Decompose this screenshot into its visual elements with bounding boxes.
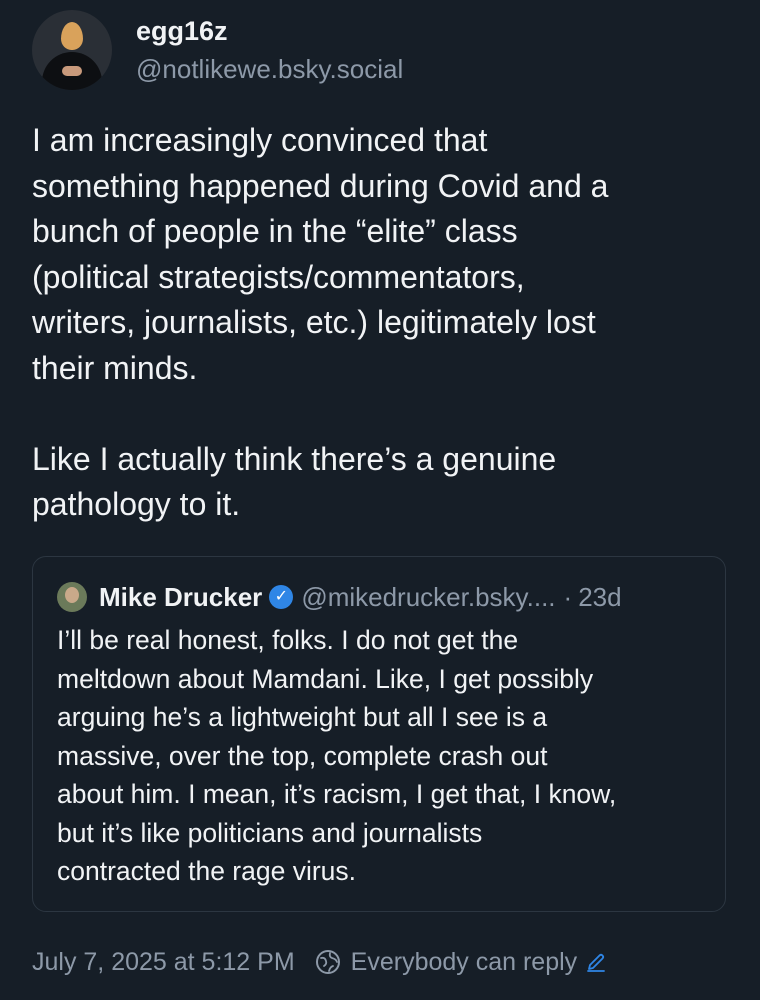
avatar-hands-shape — [62, 66, 82, 76]
post-header: egg16z @notlikewe.bsky.social — [32, 10, 732, 90]
quoted-author-name: Mike Drucker — [99, 581, 263, 612]
avatar-egg-head-icon — [61, 22, 83, 50]
quoted-post-text: I’ll be real honest, folks. I do not get… — [57, 625, 617, 886]
post-paragraph: Like I actually think there’s a genuine … — [32, 440, 557, 523]
post-paragraph: I am increasingly convinced that somethi… — [32, 122, 609, 386]
separator-dot: · — [563, 581, 573, 612]
author-display-name[interactable]: egg16z — [136, 14, 403, 48]
quoted-author-avatar — [57, 582, 87, 612]
post-footer: July 7, 2025 at 5:12 PM Everybody can re… — [32, 944, 607, 980]
quoted-post-time: 23d — [578, 581, 622, 612]
author-avatar[interactable] — [32, 10, 112, 90]
quoted-author-handle: @mikedrucker.bsky.... — [301, 581, 556, 612]
quoted-post[interactable]: Mike Drucker ✓ @mikedrucker.bsky.... · 2… — [32, 556, 726, 912]
globe-icon — [315, 950, 340, 974]
pencil-edit-icon[interactable] — [585, 951, 607, 973]
post-body: I am increasingly convinced that somethi… — [32, 118, 732, 528]
quoted-post-header: Mike Drucker ✓ @mikedrucker.bsky.... · 2… — [57, 579, 707, 615]
author-names: egg16z @notlikewe.bsky.social — [136, 14, 403, 86]
verified-badge-icon: ✓ — [269, 585, 294, 609]
reply-setting-label[interactable]: Everybody can reply — [351, 948, 578, 977]
author-handle[interactable]: @notlikewe.bsky.social — [136, 52, 403, 86]
post-timestamp: July 7, 2025 at 5:12 PM — [32, 947, 295, 976]
